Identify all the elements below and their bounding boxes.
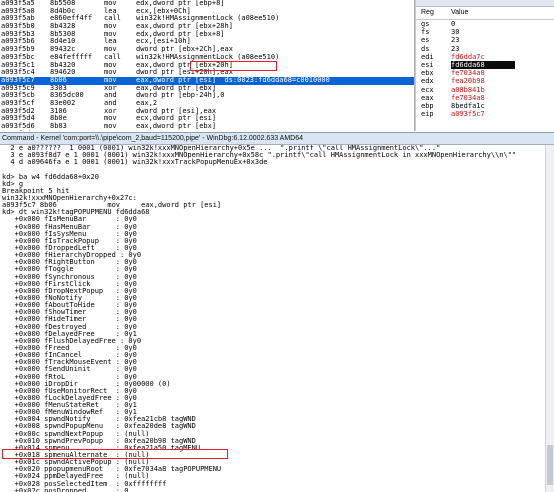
register-row[interactable]: esi fd6dda68: [416, 61, 554, 69]
register-name: ecx: [421, 86, 434, 94]
command-output: 2 e a0?????? 1 0001 (0001) win32k!xxxMNO…: [0, 145, 554, 492]
register-name: gs: [421, 20, 429, 28]
register-name: edx: [421, 77, 434, 85]
register-row[interactable]: ecx a08b841b: [416, 86, 554, 94]
register-name: edi: [421, 53, 434, 61]
register-row[interactable]: eax fe7034a8: [416, 94, 554, 102]
registers-window[interactable]: Reg Value gs 0 fs 30 es 23 ds 23 edi fd6dda7c esi f…: [415, 0, 554, 131]
register-value: a08b841b: [451, 86, 485, 94]
command-output-line: kd> g: [0, 181, 554, 188]
registers-titlebar: [416, 0, 554, 7]
value-column-header: Value: [451, 7, 468, 19]
register-value: 23: [451, 36, 459, 44]
register-row[interactable]: ebp 8bedfa1c: [416, 102, 554, 110]
register-list: gs0fs30es23ds23edifd6dda7cesifd6dda68ebx…: [416, 20, 554, 118]
register-name: eip: [421, 110, 434, 118]
register-row[interactable]: ds 23: [416, 45, 554, 53]
register-value: fd6dda7c: [451, 53, 485, 61]
command-output-line: kd> ba w4 fd6dda68+0x20: [0, 174, 554, 181]
register-value: fe7034a8: [451, 94, 485, 102]
command-window-title: Command - Kernel 'com:port=\\.\pipe\com_…: [2, 135, 303, 142]
reg-column-header: Reg: [421, 7, 434, 19]
register-name: ds: [421, 45, 429, 53]
register-value: 23: [451, 45, 459, 53]
highlight-box-root: [2, 449, 228, 459]
register-name: es: [421, 36, 429, 44]
command-window[interactable]: Command - Kernel 'com:port=\\.\pipe\com_…: [0, 132, 554, 492]
command-output-line: +0x02c posDropped : 0: [0, 488, 554, 492]
register-name: eax: [421, 94, 434, 102]
register-row[interactable]: eip a093f5c7: [416, 110, 554, 118]
command-scrollbar[interactable]: [545, 145, 554, 492]
register-value: 30: [451, 28, 459, 36]
register-name: esi: [421, 61, 434, 69]
register-name: ebx: [421, 69, 434, 77]
register-row[interactable]: es 23: [416, 36, 554, 44]
register-name: ebp: [421, 102, 434, 110]
register-row[interactable]: edx fea20b98: [416, 77, 554, 85]
register-row[interactable]: ebx fe7034a8: [416, 69, 554, 77]
register-row[interactable]: gs 0: [416, 20, 554, 28]
register-value: 0: [451, 20, 455, 28]
register-value: fe7034a8: [451, 69, 485, 77]
register-value: fd6dda68: [451, 61, 515, 69]
register-value: 8bedfa1c: [451, 102, 485, 110]
register-row[interactable]: fs 30: [416, 28, 554, 36]
command-output-line: 4 d a09646fa e 1 0001 (0001) win32k!xxxT…: [0, 159, 554, 166]
register-value: fea20b98: [451, 77, 485, 85]
register-name: fs: [421, 28, 429, 36]
registers-header: Reg Value: [416, 7, 554, 20]
scrollbar-thumb[interactable]: [547, 445, 553, 485]
register-row[interactable]: edi fd6dda7c: [416, 53, 554, 61]
register-value: a093f5c7: [451, 110, 485, 118]
highlight-box-disasm: [190, 61, 277, 71]
command-window-titlebar: Command - Kernel 'com:port=\\.\pipe\com_…: [0, 133, 554, 145]
